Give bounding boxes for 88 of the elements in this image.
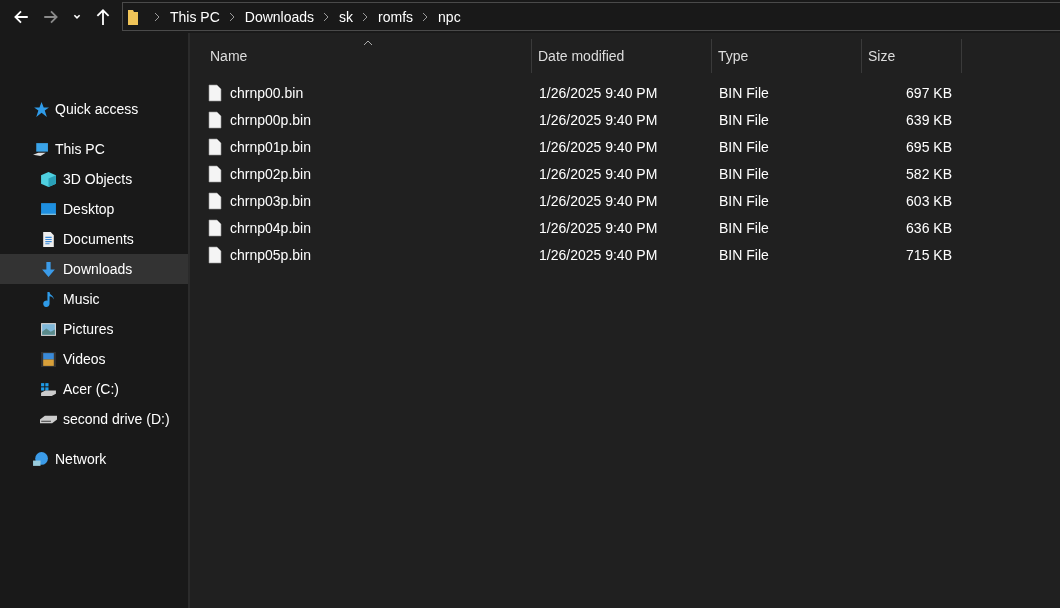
folder-icon: [127, 7, 139, 26]
size-cell: 695 KB: [906, 138, 952, 155]
monitor-icon: [40, 200, 57, 218]
sidebar-item[interactable]: Acer (C:): [0, 374, 188, 404]
sidebar-label: Videos: [63, 351, 106, 367]
sidebar-label: Network: [55, 451, 107, 467]
sidebar-label: Pictures: [63, 321, 114, 337]
sidebar-item[interactable]: Downloads: [0, 254, 188, 284]
sidebar-item[interactable]: Pictures: [0, 314, 188, 344]
document-icon: [40, 230, 57, 248]
sidebar-item[interactable]: 3D Objects: [0, 164, 188, 194]
file-name[interactable]: chrnp05p.bin: [230, 246, 311, 263]
chevron-icon: [227, 11, 236, 22]
size-cell: 603 KB: [906, 192, 952, 209]
file-name[interactable]: chrnp02p.bin: [230, 165, 311, 182]
file-name[interactable]: chrnp03p.bin: [230, 192, 311, 209]
breadcrumb-item[interactable]: npc: [438, 8, 461, 25]
type-cell: BIN File: [719, 219, 769, 236]
download-icon: [40, 260, 57, 278]
sidebar-item[interactable]: This PC: [0, 134, 188, 164]
file-icon: [208, 110, 222, 129]
film-icon: [40, 350, 57, 368]
network-icon: [32, 450, 49, 468]
date-cell: 1/26/2025 9:40 PM: [539, 192, 658, 209]
chevron-icon: [421, 11, 430, 22]
date-cell: 1/26/2025 9:40 PM: [539, 165, 658, 182]
cube-icon: [40, 170, 57, 188]
date-cell: 1/26/2025 9:40 PM: [539, 219, 658, 236]
size-cell: 636 KB: [906, 219, 952, 236]
type-cell: BIN File: [719, 111, 769, 128]
file-name[interactable]: chrnp00p.bin: [230, 111, 311, 128]
sidebar-label: Desktop: [63, 201, 115, 217]
file-icon: [208, 137, 222, 156]
sidebar-label: 3D Objects: [63, 171, 133, 187]
sidebar-item[interactable]: Documents: [0, 224, 188, 254]
breadcrumb-item[interactable]: romfs: [378, 8, 414, 25]
type-cell: BIN File: [719, 192, 769, 209]
breadcrumb-item[interactable]: sk: [339, 8, 354, 25]
file-icon: [208, 83, 222, 102]
up-arrow-icon: [94, 7, 112, 26]
size-cell: 715 KB: [906, 246, 952, 263]
sidebar-label: Acer (C:): [63, 381, 119, 397]
column-header[interactable]: Type: [712, 39, 862, 73]
type-cell: BIN File: [719, 84, 769, 101]
sidebar-label: second drive (D:): [63, 411, 170, 427]
file-name[interactable]: chrnp00.bin: [230, 84, 304, 101]
sidebar-label: Documents: [63, 231, 134, 247]
date-cell: 1/26/2025 9:40 PM: [539, 84, 658, 101]
sidebar-item[interactable]: Network: [0, 444, 188, 474]
computer-icon: [32, 140, 49, 158]
file-icon: [208, 245, 222, 264]
date-cell: 1/26/2025 9:40 PM: [539, 111, 658, 128]
column-header[interactable]: Date modified: [532, 39, 712, 73]
sidebar-label: This PC: [55, 141, 105, 157]
date-cell: 1/26/2025 9:40 PM: [539, 246, 658, 263]
sidebar-item[interactable]: Videos: [0, 344, 188, 374]
music-note-icon: [40, 290, 57, 308]
chevron-icon: [322, 11, 331, 22]
size-cell: 697 KB: [906, 84, 952, 101]
breadcrumb-item[interactable]: Downloads: [244, 8, 315, 25]
type-cell: BIN File: [719, 138, 769, 155]
picture-icon: [40, 320, 57, 338]
date-cell: 1/26/2025 9:40 PM: [539, 138, 658, 155]
type-cell: BIN File: [719, 165, 769, 182]
address-bar[interactable]: This PC Downloads sk romfs npc: [122, 2, 1060, 31]
sidebar-label: Music: [63, 291, 100, 307]
windows-drive-icon: [40, 380, 57, 398]
sidebar-label: Quick access: [55, 101, 139, 117]
sidebar-label: Downloads: [63, 261, 133, 277]
breadcrumb-item[interactable]: This PC: [170, 8, 220, 25]
column-header[interactable]: Name: [204, 39, 532, 73]
size-cell: 639 KB: [906, 111, 952, 128]
column-header[interactable]: Size: [862, 39, 962, 73]
sidebar-item[interactable]: Music: [0, 284, 188, 314]
file-icon: [208, 191, 222, 210]
file-name[interactable]: chrnp01p.bin: [230, 138, 311, 155]
star-icon: [32, 100, 49, 118]
file-icon: [208, 218, 222, 237]
chevron-icon: [153, 11, 161, 22]
file-name[interactable]: chrnp04p.bin: [230, 219, 311, 236]
sidebar-item[interactable]: Quick access: [0, 94, 188, 124]
sidebar-item[interactable]: second drive (D:): [0, 404, 188, 434]
chevron-icon: [361, 11, 370, 22]
sort-caret-icon: [362, 40, 373, 46]
size-cell: 582 KB: [906, 165, 952, 182]
type-cell: BIN File: [719, 246, 769, 263]
file-icon: [208, 164, 222, 183]
sidebar-item[interactable]: Desktop: [0, 194, 188, 224]
